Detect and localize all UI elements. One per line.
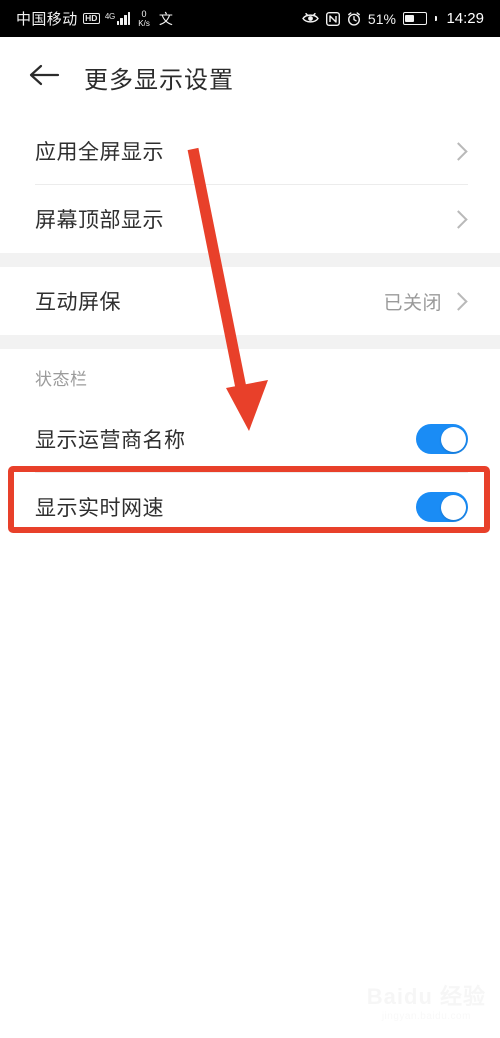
signal-bar-3 [124, 15, 127, 25]
battery-cap [435, 16, 438, 21]
watermark-sub: jingyan.baidu.com [381, 1011, 471, 1022]
list-row-label: 显示运营商名称 [35, 429, 186, 452]
network-speed-unit: K/s [138, 18, 150, 28]
chevron-right-icon [449, 141, 468, 161]
watermark-main: Baidu 经验 [366, 984, 486, 1009]
list-group: 状态栏显示运营商名称 显示实时网速 [0, 349, 500, 541]
list-row-value: 已关闭 [383, 292, 442, 314]
signal-bar-4 [127, 12, 131, 25]
eye-comfort-icon [302, 12, 319, 25]
chevron-right-icon [449, 291, 468, 311]
signal-bar-2 [120, 18, 124, 25]
battery-percent-label: 51% [367, 10, 396, 27]
list-group: 互动屏保 已关闭 [0, 267, 500, 335]
toggle-switch-显示实时网速[interactable] [416, 492, 468, 522]
alarm-clock-icon [347, 11, 361, 26]
list-row-显示实时网速[interactable]: 显示实时网速 [0, 473, 500, 541]
phone-screen: 中国移动 HD 4G 0 K/s 文 51% 14:29 更多显示设置 应用全屏… [0, 0, 500, 1038]
app-bar: 更多显示设置 [0, 37, 500, 117]
signal-bar-1 [116, 21, 120, 25]
signal-strength-icon: 4G [104, 12, 131, 25]
list-row-屏幕顶部显示[interactable]: 屏幕顶部显示 [0, 185, 500, 253]
chevron-right-icon [449, 209, 468, 229]
list-group: 应用全屏显示 屏幕顶部显示 [0, 117, 500, 253]
network-type-label: 4G [104, 12, 115, 21]
list-row-应用全屏显示[interactable]: 应用全屏显示 [0, 117, 500, 185]
status-bar-right: 51% 14:29 [302, 10, 484, 27]
carrier-name: 中国移动 [16, 11, 78, 28]
list-row-label: 互动屏保 [35, 291, 121, 314]
list-row-label: 应用全屏显示 [35, 141, 164, 164]
group-separator [0, 335, 500, 349]
status-bar-left: 中国移动 HD 4G 0 K/s 文 [16, 8, 173, 29]
list-row-label: 显示实时网速 [35, 497, 164, 520]
settings-list: 应用全屏显示 屏幕顶部显示 互动屏保 已关闭 状态栏 显示运营商名称 显示实时网速 [0, 117, 500, 541]
nfc-icon [325, 11, 340, 26]
toggle-switch-显示运营商名称[interactable] [416, 424, 468, 454]
network-speed-indicator: 0 K/s [138, 8, 150, 28]
list-row-互动屏保[interactable]: 互动屏保 已关闭 [0, 267, 500, 335]
network-speed-value: 0 [141, 8, 147, 19]
watermark: Baidu 经验 jingyan.baidu.com [366, 984, 486, 1023]
page-title: 更多显示设置 [84, 66, 234, 94]
back-button[interactable] [18, 51, 70, 103]
section-header: 状态栏 [0, 349, 500, 405]
group-separator [0, 253, 500, 267]
battery-icon [402, 12, 427, 25]
hd-badge-icon: HD [82, 12, 100, 25]
list-row-显示运营商名称[interactable]: 显示运营商名称 [0, 405, 500, 473]
back-arrow-icon [27, 61, 61, 94]
battery-fill [404, 15, 415, 22]
toggle-knob [440, 494, 466, 520]
input-method-icon: 文 [158, 10, 173, 27]
clock-label: 14:29 [446, 10, 484, 27]
status-bar: 中国移动 HD 4G 0 K/s 文 51% 14:29 [0, 0, 500, 37]
toggle-knob [440, 426, 466, 452]
list-row-label: 屏幕顶部显示 [35, 209, 164, 232]
